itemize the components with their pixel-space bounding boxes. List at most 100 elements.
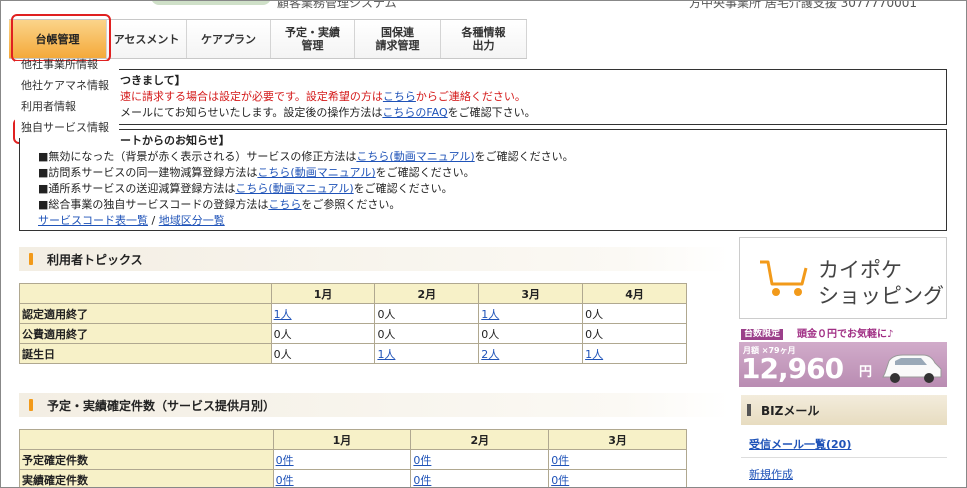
count-link[interactable]: 0件: [413, 474, 431, 487]
table-row: 予定確定件数 0件 0件 0件: [19, 449, 687, 470]
notice-2-line-2-tail: をご確認ください。: [375, 166, 475, 179]
table-cell: 1人: [374, 343, 480, 364]
notice-2-line-1-link[interactable]: こちら(動画マニュアル): [356, 150, 474, 163]
menu-item-other-offices[interactable]: 他社事業所情報: [15, 54, 119, 75]
tab-ledger[interactable]: 台帳管理: [9, 20, 107, 58]
table-cell: 0件: [410, 449, 550, 470]
tab-schedule-record[interactable]: 予定・実績 管理: [271, 20, 355, 58]
table-cell: 0件: [272, 469, 412, 487]
menu-item-other-caremanagers[interactable]: 他社ケアマネ情報: [15, 75, 119, 96]
row-label: 実績確定件数: [19, 469, 274, 487]
inbox-link[interactable]: 受信メール一覧(20): [749, 436, 851, 452]
system-title: 顧客業務管理システム: [277, 1, 397, 10]
count-link[interactable]: 0件: [276, 454, 294, 467]
row-label: 公費適用終了: [19, 323, 272, 344]
user-topics-title: 利用者トピックス: [47, 252, 143, 267]
tab-assessment[interactable]: アセスメント: [107, 20, 187, 58]
notice-2-line-3-text: ■通所系サービスの送迎減算登録方法は: [38, 182, 236, 195]
table-cell: 1人: [478, 303, 584, 324]
notice-1-title: つきまして】: [120, 74, 186, 87]
user-topics-table: 1月 2月 3月 4月 認定適用終了 1人 0人 1人 0人 公費適用終了 0人…: [19, 283, 687, 364]
table-cell: 0人: [582, 323, 687, 344]
table-cell: 0人: [582, 303, 687, 324]
notice-1-text-c: メールにてお知らせいたします。設定後の操作方法は: [120, 106, 383, 119]
table-cell: 0人: [270, 323, 376, 344]
notice-2-line-4-link[interactable]: こちら: [268, 198, 301, 211]
table-row: 実績確定件数 0件 0件 0件: [19, 469, 687, 487]
tab-careplan[interactable]: ケアプラン: [187, 20, 271, 58]
table-cell: 0人: [478, 323, 584, 344]
table-header-row: 1月 2月 3月: [19, 429, 687, 450]
table-row: 誕生日 0人 1人 2人 1人: [19, 343, 687, 364]
ledger-dropdown-menu: 他社事業所情報 他社ケアマネ情報 利用者情報 独自サービス情報: [15, 58, 119, 138]
car-banner-headline: 頭金０円でお気軽に♪: [797, 329, 894, 340]
notice-1-faq-link[interactable]: こちらのFAQ: [382, 106, 447, 119]
notice-2-line-1-text: ■無効になった（背景が赤く表示される）サービスの修正方法は: [38, 150, 357, 163]
table-row: 認定適用終了 1人 0人 1人 0人: [19, 303, 687, 324]
count-link[interactable]: 1人: [377, 348, 395, 361]
notice-box-1: つきまして】 速に請求する場合は設定が必要です。設定希望の方はこちらからご連絡く…: [19, 69, 947, 125]
divider: [741, 457, 947, 458]
notice-1-text-b: からご連絡ください。: [415, 90, 526, 103]
table-row: 公費適用終了 0人 0人 0人 0人: [19, 323, 687, 344]
table-cell: 1人: [582, 343, 687, 364]
notice-2-line-3-link[interactable]: こちら(動画マニュアル): [235, 182, 353, 195]
count-link[interactable]: 0件: [413, 454, 431, 467]
count-link[interactable]: 1人: [585, 348, 603, 361]
service-code-list-link[interactable]: サービスコード表一覧: [38, 214, 148, 227]
main-nav: 台帳管理 アセスメント ケアプラン 予定・実績 管理 国保連 請求管理 各種情報…: [9, 19, 527, 59]
notice-2-line-3-tail: をご確認ください。: [353, 182, 453, 195]
month-header: 1月: [272, 429, 412, 450]
count-link[interactable]: 0件: [276, 474, 294, 487]
count-link[interactable]: 2人: [481, 348, 499, 361]
biz-mail-header: BIZメール: [741, 395, 947, 425]
notice-2-line-4-text: ■総合事業の独自サービスコードの登録方法は: [38, 198, 269, 211]
table-cell: 0人: [374, 323, 480, 344]
row-label: 誕生日: [19, 343, 272, 364]
tab-billing[interactable]: 国保連 請求管理: [355, 20, 441, 58]
table-cell: 1人: [270, 303, 376, 324]
app-window: 顧客業務管理システム 方中央事業所 居宅介護支援 3077770001 台帳管理…: [0, 0, 967, 488]
menu-item-custom-services[interactable]: 独自サービス情報: [15, 117, 119, 138]
table-cell: 0人: [374, 303, 480, 324]
region-list-link[interactable]: 地域区分一覧: [159, 214, 225, 227]
table-cell: 0件: [548, 469, 687, 487]
notice-2-line-1-tail: をご確認ください。: [474, 150, 574, 163]
schedule-counts-title: 予定・実績確定件数（サービス提供月別）: [47, 398, 276, 413]
table-header-row: 1月 2月 3月 4月: [19, 283, 687, 304]
car-lease-banner[interactable]: 台数限定 頭金０円でお気軽に♪ 月額 ×79ヶ月 12,960 円: [739, 327, 947, 387]
biz-mail-title: BIZメール: [761, 403, 820, 418]
notice-2-line-4-tail: をご参照ください。: [301, 198, 401, 211]
shopping-cart-icon: [760, 260, 808, 296]
notice-2-line-2-link[interactable]: こちら(動画マニュアル): [257, 166, 375, 179]
kaipoke-shopping-banner[interactable]: カイポケ ショッピング: [739, 237, 947, 319]
table-corner-cell: [19, 429, 274, 450]
notice-1-text-a: 速に請求する場合は設定が必要です。設定希望の方は: [120, 90, 383, 103]
tab-info-output[interactable]: 各種情報 出力: [441, 20, 527, 58]
section-user-topics: 利用者トピックス: [19, 247, 729, 271]
month-header: 2月: [410, 429, 550, 450]
month-header: 3月: [548, 429, 687, 450]
row-label: 認定適用終了: [19, 303, 272, 324]
count-link[interactable]: 1人: [274, 308, 292, 321]
notice-2-line-2-text: ■訪問系サービスの同一建物減算登録方法は: [38, 166, 258, 179]
new-mail-link[interactable]: 新規作成: [749, 466, 793, 482]
table-cell: 0件: [548, 449, 687, 470]
notice-box-2: ートからのお知らせ】 ■無効になった（背景が赤く表示される）サービスの修正方法は…: [19, 129, 947, 231]
count-link[interactable]: 1人: [481, 308, 499, 321]
table-cell: 0件: [272, 449, 412, 470]
notice-1-contact-link[interactable]: こちら: [383, 90, 416, 103]
section-marker-icon: [747, 404, 751, 416]
table-cell: 0件: [410, 469, 550, 487]
month-header: 3月: [478, 283, 584, 304]
car-banner-tag: 台数限定: [741, 329, 784, 340]
count-link[interactable]: 0件: [551, 454, 569, 467]
office-info: 方中央事業所 居宅介護支援 3077770001: [689, 1, 917, 10]
table-cell: 0人: [270, 343, 376, 364]
logo: [151, 1, 271, 5]
month-header: 1月: [270, 283, 376, 304]
menu-item-user-info[interactable]: 利用者情報: [15, 96, 119, 117]
schedule-counts-table: 1月 2月 3月 予定確定件数 0件 0件 0件 実績確定件数 0件 0件 0件: [19, 429, 687, 487]
count-link[interactable]: 0件: [551, 474, 569, 487]
car-banner-yen: 円: [859, 365, 873, 380]
